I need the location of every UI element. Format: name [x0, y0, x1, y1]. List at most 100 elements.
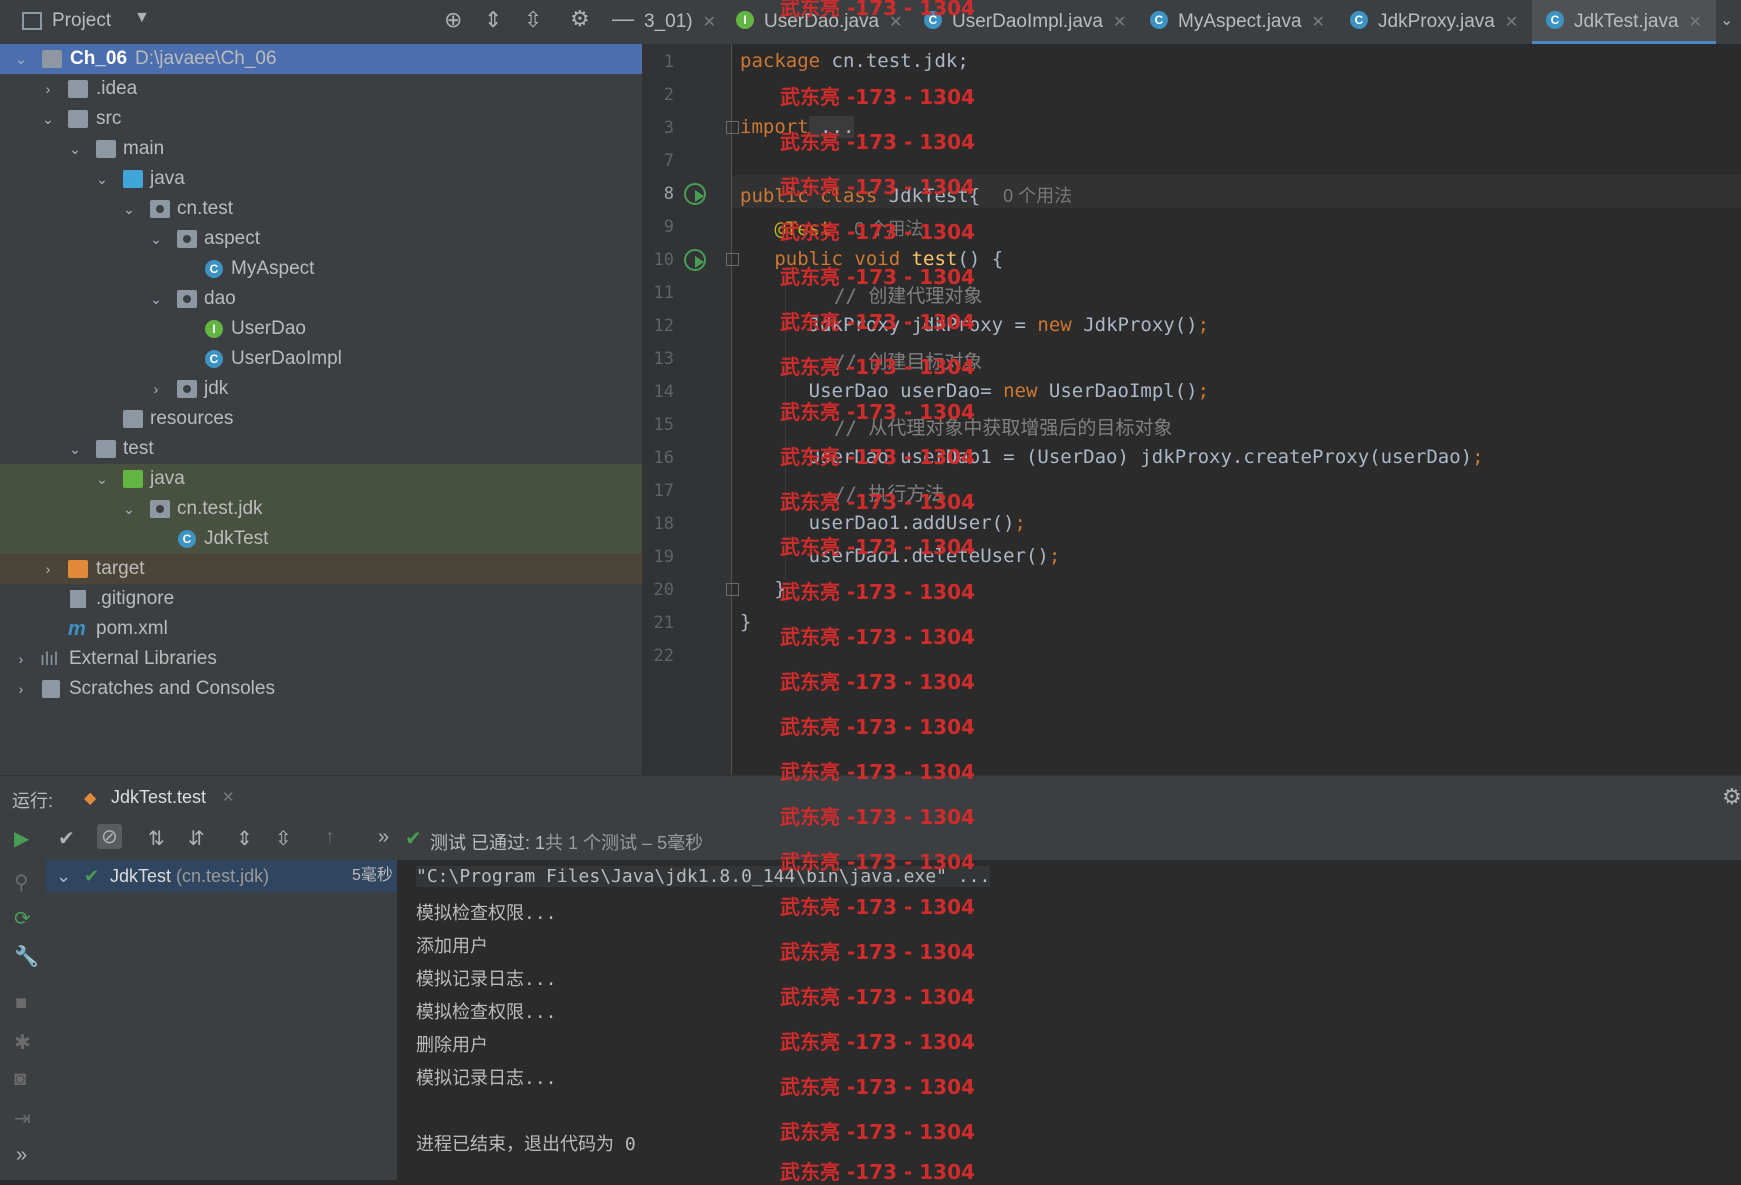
tree-item-dao[interactable]: ⌄ dao	[0, 284, 642, 314]
chevron-down-icon[interactable]: ⌄	[149, 284, 163, 314]
tab-userdaoimpl[interactable]: C UserDaoImpl.java ✕	[924, 0, 1126, 44]
line-number: 21	[653, 613, 674, 633]
gear-icon[interactable]: ⚙	[1722, 784, 1741, 810]
show-passed-icon[interactable]: ✔	[58, 826, 75, 851]
usages-hint[interactable]: 0 个用法	[854, 219, 923, 239]
sort-alpha-icon[interactable]: ⇅	[148, 826, 165, 851]
status-detail: 共 1 个测试 – 5毫秒	[545, 833, 704, 853]
tree-item-java-main[interactable]: ⌄ java	[0, 164, 642, 194]
rerun-failed-icon[interactable]: ⟳	[14, 906, 31, 931]
console-line: 模拟记录日志...	[416, 969, 557, 990]
code-editor[interactable]	[732, 44, 1741, 775]
tree-item-userdaoimpl[interactable]: C UserDaoImpl	[0, 344, 642, 374]
tab-myaspect[interactable]: C MyAspect.java ✕	[1150, 0, 1325, 44]
bug-icon[interactable]: ✱	[14, 1030, 31, 1055]
tree-item-jdktest[interactable]: C JdkTest	[0, 524, 642, 554]
folded-imports[interactable]: ...	[808, 116, 855, 138]
chevron-down-icon[interactable]: ⌄	[68, 434, 82, 464]
close-icon[interactable]: ✕	[1689, 14, 1702, 31]
tree-item-external-libraries[interactable]: › ılıl External Libraries	[0, 644, 642, 674]
fold-method-end-icon[interactable]	[726, 583, 739, 596]
run-test-class-icon[interactable]	[684, 183, 706, 205]
tree-item-main[interactable]: ⌄ main	[0, 134, 642, 164]
tree-item-aspect[interactable]: ⌄ aspect	[0, 224, 642, 254]
wrench-icon[interactable]: 🔧	[14, 944, 39, 969]
chevron-right-icon[interactable]: ›	[149, 374, 163, 404]
fold-method-start-icon[interactable]	[726, 253, 739, 266]
class-icon: C	[205, 260, 223, 278]
debug-icon[interactable]: ⚲	[14, 870, 29, 895]
chevron-right-icon[interactable]: ›	[14, 644, 28, 674]
sort-duration-icon[interactable]: ⇵	[188, 826, 205, 851]
show-ignored-icon[interactable]: ⊘	[97, 824, 122, 849]
tab-previous[interactable]: 3_01) ✕	[644, 0, 716, 44]
line-number: 14	[653, 382, 674, 402]
exit-icon[interactable]: ⇥	[14, 1106, 31, 1131]
chevron-down-icon[interactable]: ▼	[134, 9, 150, 27]
project-panel-header: Project ▼ ⊕ ⇕ ⇳ ⚙ —	[0, 0, 642, 45]
chevron-down-icon[interactable]: ⌄	[95, 464, 109, 494]
tree-item-userdao[interactable]: I UserDao	[0, 314, 642, 344]
console-line: 进程已结束，退出代码为 0	[416, 1134, 636, 1155]
close-icon[interactable]: ✕	[1113, 14, 1126, 31]
tree-item-cn-test[interactable]: ⌄ cn.test	[0, 194, 642, 224]
chevron-down-icon[interactable]: ⌄	[122, 494, 136, 524]
locate-icon[interactable]: ⊕	[444, 7, 462, 33]
more-icon[interactable]: »	[378, 826, 389, 849]
chevron-down-icon[interactable]: ⌄	[68, 134, 82, 164]
tree-item-scratches[interactable]: › Scratches and Consoles	[0, 674, 642, 704]
tree-item-myaspect[interactable]: C MyAspect	[0, 254, 642, 284]
tab-list-chevron-icon[interactable]: ⌄	[1720, 10, 1733, 30]
tree-item-label: JdkTest	[204, 528, 269, 549]
tree-item-src[interactable]: ⌄ src	[0, 104, 642, 134]
tree-item-idea[interactable]: › .idea	[0, 74, 642, 104]
tab-userdao[interactable]: I UserDao.java ✕	[736, 0, 903, 44]
tree-item-target[interactable]: › target	[0, 554, 642, 584]
expand-all-icon[interactable]: ⇕	[484, 7, 502, 33]
more-icon[interactable]: »	[16, 1144, 27, 1167]
gear-icon[interactable]: ⚙	[570, 6, 590, 32]
tree-item-label: java	[150, 168, 185, 189]
tab-jdkproxy[interactable]: C JdkProxy.java ✕	[1350, 0, 1518, 44]
test-node[interactable]: ⌄ ✔ JdkTest (cn.test.jdk) 5毫秒	[46, 860, 397, 892]
chevron-down-icon[interactable]: ⌄	[41, 104, 55, 134]
fold-import-icon[interactable]	[726, 121, 739, 134]
tree-item-jdk[interactable]: › jdk	[0, 374, 642, 404]
chevron-right-icon[interactable]: ›	[41, 74, 55, 104]
close-icon[interactable]: ✕	[1505, 14, 1518, 31]
close-icon[interactable]: ✕	[222, 788, 235, 806]
collapse-all-icon[interactable]: ⇳	[275, 826, 292, 851]
close-icon[interactable]: ✕	[703, 14, 716, 31]
chevron-down-icon[interactable]: ⌄	[14, 44, 28, 74]
tree-item-java-test[interactable]: ⌄ java	[0, 464, 642, 494]
rerun-icon[interactable]: ▶	[14, 826, 29, 851]
run-toolbar: ▶ ✔ ⊘ ⇅ ⇵ ⇕ ⇳ ↑ » ✔ 测试 已通过: 1共 1 个测试 – 5…	[0, 820, 1741, 861]
chevron-down-icon[interactable]: ⌄	[149, 224, 163, 254]
run-tab-label[interactable]: JdkTest.test	[111, 787, 206, 808]
collapse-all-icon[interactable]: ⇳	[524, 7, 542, 33]
chevron-down-icon[interactable]: ⌄	[95, 164, 109, 194]
stop-icon[interactable]: ■	[15, 992, 27, 1015]
close-icon[interactable]: ✕	[1312, 14, 1325, 31]
tree-item-ch06[interactable]: ⌄ Ch_06 D:\javaee\Ch_06	[0, 44, 642, 74]
chevron-right-icon[interactable]: ›	[14, 674, 28, 704]
tree-item-cn-test-jdk[interactable]: ⌄ cn.test.jdk	[0, 494, 642, 524]
editor-tab-bar: 3_01) ✕ I UserDao.java ✕ C UserDaoImpl.java ✕…	[642, 0, 1741, 45]
minimize-icon[interactable]: —	[612, 6, 634, 32]
run-test-method-icon[interactable]	[684, 249, 706, 271]
chevron-right-icon[interactable]: ›	[41, 554, 55, 584]
expand-all-icon[interactable]: ⇕	[236, 826, 253, 851]
chevron-down-icon[interactable]: ⌄	[56, 860, 71, 892]
previous-failed-icon[interactable]: ↑	[325, 826, 335, 849]
project-panel-title[interactable]: Project	[52, 10, 111, 32]
tree-item-test[interactable]: ⌄ test	[0, 434, 642, 464]
chevron-down-icon[interactable]: ⌄	[122, 194, 136, 224]
tree-item-resources[interactable]: resources	[0, 404, 642, 434]
tab-jdktest[interactable]: C JdkTest.java ✕	[1532, 0, 1716, 44]
close-icon[interactable]: ✕	[889, 14, 902, 31]
usages-hint[interactable]: 0 个用法	[1003, 186, 1072, 206]
tree-item-gitignore[interactable]: .gitignore	[0, 584, 642, 614]
tree-item-pom[interactable]: m pom.xml	[0, 614, 642, 644]
tree-item-label: Scratches and Consoles	[69, 678, 275, 699]
camera-icon[interactable]: ◙	[14, 1068, 26, 1091]
